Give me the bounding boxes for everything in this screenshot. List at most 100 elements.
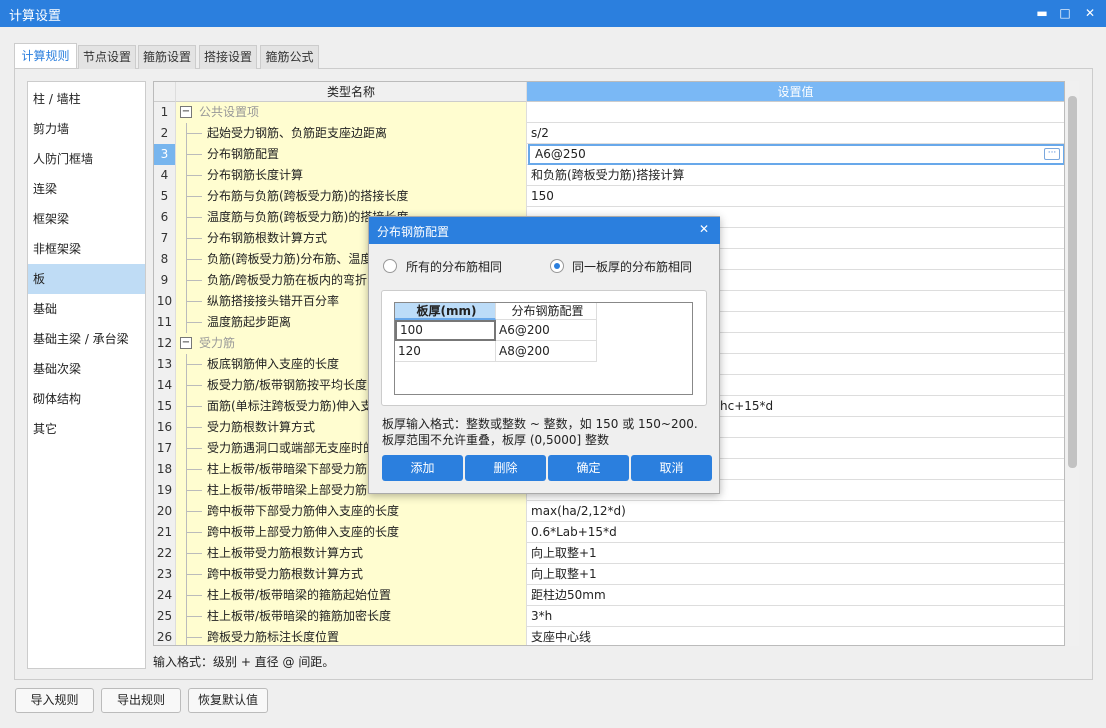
minimize-button[interactable]: ▬ <box>1032 4 1052 22</box>
type-name: 跨板受力筋标注长度位置 <box>207 630 340 644</box>
restore-defaults-button[interactable]: 恢复默认值 <box>188 688 268 713</box>
setting-value-cell[interactable]: A6@250 ··· <box>528 144 1064 165</box>
setting-value-cell[interactable] <box>528 102 1064 123</box>
setting-value: 支座中心线 <box>531 630 592 644</box>
radio-same-thickness-label: 同一板厚的分布筋相同 <box>572 260 693 274</box>
tree-branch <box>187 217 202 218</box>
type-name: 跨中板带下部受力筋伸入支座的长度 <box>207 504 400 518</box>
type-name-cell[interactable]: 分布筋与负筋(跨板受力筋)的搭接长度 <box>176 186 527 207</box>
type-name: 板受力筋/板带钢筋按平均长度 <box>207 378 368 392</box>
setting-value-cell[interactable]: 3*h <box>528 606 1064 627</box>
type-name-cell[interactable]: 跨中板带上部受力筋伸入支座的长度 <box>176 522 527 543</box>
row-number: 19 <box>154 480 176 501</box>
tab-lap-settings[interactable]: 搭接设置 <box>199 45 257 69</box>
close-button[interactable]: ✕ <box>1080 4 1100 22</box>
radio-all-same[interactable] <box>383 259 397 273</box>
radio-same-thickness[interactable] <box>550 259 564 273</box>
setting-value-cell[interactable]: 和负筋(跨板受力筋)搭接计算 <box>528 165 1064 186</box>
row-number: 25 <box>154 606 176 627</box>
dialog-title: 分布钢筋配置 <box>377 225 450 239</box>
sidebar-item[interactable]: 柱 / 墙柱 <box>28 84 145 114</box>
maximize-button[interactable]: □ <box>1055 4 1075 22</box>
header-value: 设置值 <box>527 82 1064 102</box>
table-row[interactable]: 1− 公共设置项 <box>154 102 1064 123</box>
setting-value-cell[interactable]: 向上取整+1 <box>528 543 1064 564</box>
col-header-config: 分布钢筋配置 <box>496 303 597 320</box>
type-name-cell[interactable]: 跨板受力筋标注长度位置 <box>176 627 527 645</box>
setting-value-cell[interactable]: s/2 <box>528 123 1064 144</box>
setting-value: 0.6*Lab+15*d <box>531 525 617 539</box>
type-name-cell[interactable]: 柱上板带/板带暗梁的箍筋加密长度 <box>176 606 527 627</box>
export-rules-button[interactable]: 导出规则 <box>101 688 181 713</box>
setting-value-cell[interactable]: 距柱边50mm <box>528 585 1064 606</box>
sidebar-item[interactable]: 砌体结构 <box>28 384 145 414</box>
sidebar-item[interactable]: 人防门框墙 <box>28 144 145 174</box>
table-row[interactable]: 22 柱上板带受力筋根数计算方式 向上取整+1 <box>154 543 1064 564</box>
row-number: 12 <box>154 333 176 354</box>
setting-value-cell[interactable]: 支座中心线 <box>528 627 1064 645</box>
type-name-cell[interactable]: 跨中板带受力筋根数计算方式 <box>176 564 527 585</box>
delete-button[interactable]: 删除 <box>465 455 546 481</box>
row-number: 9 <box>154 270 176 291</box>
setting-value: max(ha/2,12*d) <box>531 504 626 518</box>
table-row[interactable]: 21 跨中板带上部受力筋伸入支座的长度 0.6*Lab+15*d <box>154 522 1064 543</box>
tab-calc-rules[interactable]: 计算规则 <box>14 43 77 68</box>
type-name-cell[interactable]: 柱上板带受力筋根数计算方式 <box>176 543 527 564</box>
tab-stirrup-settings[interactable]: 箍筋设置 <box>138 45 196 69</box>
setting-value-cell[interactable]: 向上取整+1 <box>528 564 1064 585</box>
table-row[interactable]: 20 跨中板带下部受力筋伸入支座的长度 max(ha/2,12*d) <box>154 501 1064 522</box>
type-name-cell[interactable]: 起始受力钢筋、负筋距支座边距离 <box>176 123 527 144</box>
cell-config[interactable]: A6@200 <box>496 320 597 341</box>
sidebar-item[interactable]: 基础主梁 / 承台梁 <box>28 324 145 354</box>
row-number: 20 <box>154 501 176 522</box>
setting-value-cell[interactable]: max(ha/2,12*d) <box>528 501 1064 522</box>
sidebar-item[interactable]: 其它 <box>28 414 145 444</box>
ok-button[interactable]: 确定 <box>548 455 629 481</box>
type-name-cell[interactable]: 跨中板带下部受力筋伸入支座的长度 <box>176 501 527 522</box>
type-name-cell[interactable]: 分布钢筋配置 <box>176 144 527 165</box>
add-button[interactable]: 添加 <box>382 455 463 481</box>
row-number: 26 <box>154 627 176 645</box>
row-number: 7 <box>154 228 176 249</box>
table-row[interactable]: 5 分布筋与负筋(跨板受力筋)的搭接长度 150 <box>154 186 1064 207</box>
type-name-cell[interactable]: 分布钢筋长度计算 <box>176 165 527 186</box>
type-name-cell[interactable]: − 公共设置项 <box>176 102 527 123</box>
sidebar-item[interactable]: 剪力墙 <box>28 114 145 144</box>
import-rules-button[interactable]: 导入规则 <box>15 688 94 713</box>
cell-config[interactable]: A8@200 <box>496 341 597 362</box>
tab-stirrup-formula[interactable]: 箍筋公式 <box>260 45 319 69</box>
cancel-button[interactable]: 取消 <box>631 455 712 481</box>
row-number: 22 <box>154 543 176 564</box>
setting-value: 150 <box>531 189 554 203</box>
ellipsis-button[interactable]: ··· <box>1044 148 1060 160</box>
table-row[interactable]: 26 跨板受力筋标注长度位置 支座中心线 <box>154 627 1064 645</box>
type-name-cell[interactable]: 柱上板带/板带暗梁的箍筋起始位置 <box>176 585 527 606</box>
sidebar-item[interactable]: 基础次梁 <box>28 354 145 384</box>
cell-thickness[interactable]: 120 <box>395 341 496 362</box>
table-row[interactable]: 24 柱上板带/板带暗梁的箍筋起始位置 距柱边50mm <box>154 585 1064 606</box>
scrollbar-thumb[interactable] <box>1068 96 1077 468</box>
setting-value-cell[interactable]: 0.6*Lab+15*d <box>528 522 1064 543</box>
table-row[interactable]: 2 起始受力钢筋、负筋距支座边距离 s/2 <box>154 123 1064 144</box>
collapse-icon[interactable]: − <box>180 106 192 118</box>
group-label: 公共设置项 <box>199 105 260 119</box>
sidebar-item[interactable]: 框架梁 <box>28 204 145 234</box>
sidebar-item[interactable]: 连梁 <box>28 174 145 204</box>
table-row[interactable]: 23 跨中板带受力筋根数计算方式 向上取整+1 <box>154 564 1064 585</box>
table-row[interactable]: 25 柱上板带/板带暗梁的箍筋加密长度 3*h <box>154 606 1064 627</box>
tab-node-settings[interactable]: 节点设置 <box>78 45 136 69</box>
sidebar-item[interactable]: 非框架梁 <box>28 234 145 264</box>
table-row[interactable]: 4 分布钢筋长度计算 和负筋(跨板受力筋)搭接计算 <box>154 165 1064 186</box>
collapse-icon[interactable]: − <box>180 337 192 349</box>
type-name: 板底钢筋伸入支座的长度 <box>207 357 340 371</box>
row-number: 1 <box>154 102 176 123</box>
table-row[interactable]: 3 分布钢筋配置 A6@250 ··· <box>154 144 1064 165</box>
dialog-close-icon[interactable]: ✕ <box>699 222 709 236</box>
tree-branch <box>187 322 202 323</box>
sidebar-item[interactable]: 基础 <box>28 294 145 324</box>
setting-value: hc+15*d <box>720 399 774 413</box>
tree-branch <box>187 574 202 575</box>
setting-value-cell[interactable]: 150 <box>528 186 1064 207</box>
cell-thickness[interactable]: 100 <box>395 320 496 341</box>
sidebar-item[interactable]: 板 <box>28 264 145 294</box>
